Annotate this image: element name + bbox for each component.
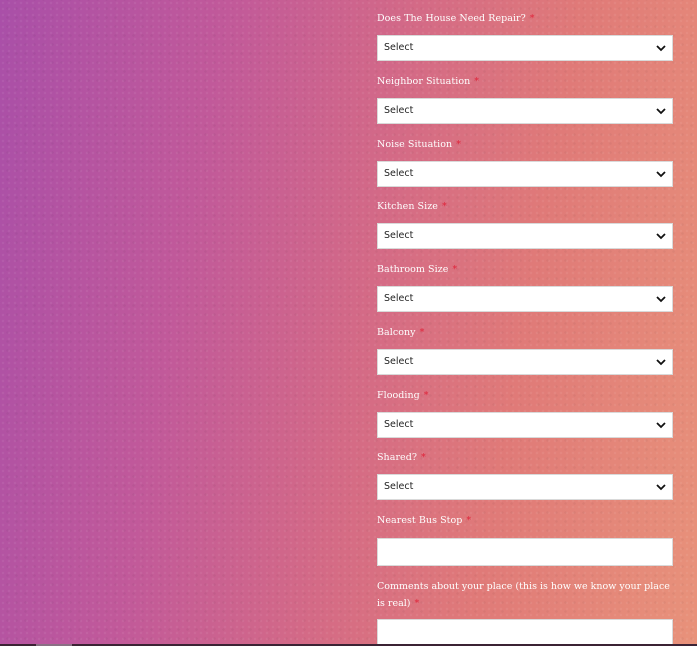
chevron-down-icon — [656, 422, 666, 429]
select-value: Select — [384, 230, 414, 241]
field-label: Noise Situation * — [377, 136, 673, 153]
field-label: Nearest Bus Stop * — [377, 512, 673, 529]
select-value: Select — [384, 356, 414, 367]
select-value: Select — [384, 419, 414, 430]
field-comments: Comments about your place (this is how w… — [377, 578, 673, 646]
field-nearest-bus-stop: Nearest Bus Stop * — [377, 512, 673, 566]
select-value: Select — [384, 168, 414, 179]
comments-textarea[interactable] — [377, 619, 673, 646]
field-label: Comments about your place (this is how w… — [377, 578, 673, 612]
field-flooding: Flooding * Select — [377, 387, 673, 438]
field-label-text: Bathroom Size — [377, 264, 449, 275]
required-mark: * — [419, 327, 425, 338]
field-label-text: Balcony — [377, 327, 416, 338]
house-repair-select[interactable]: Select — [377, 35, 673, 61]
field-noise-situation: Noise Situation * Select — [377, 136, 673, 187]
field-label-text: Noise Situation — [377, 139, 453, 150]
chevron-down-icon — [656, 484, 666, 491]
chevron-down-icon — [656, 359, 666, 366]
required-mark: * — [414, 598, 420, 609]
chevron-down-icon — [656, 296, 666, 303]
select-value: Select — [384, 481, 414, 492]
field-label: Does The House Need Repair? * — [377, 10, 673, 27]
balcony-select[interactable]: Select — [377, 349, 673, 375]
chevron-down-icon — [656, 45, 666, 52]
select-value: Select — [384, 105, 414, 116]
chevron-down-icon — [656, 108, 666, 115]
shared-select[interactable]: Select — [377, 474, 673, 500]
required-mark: * — [466, 515, 472, 526]
required-mark: * — [441, 201, 447, 212]
required-mark: * — [420, 452, 426, 463]
field-kitchen-size: Kitchen Size * Select — [377, 198, 673, 249]
field-label: Balcony * — [377, 324, 673, 341]
field-label: Neighbor Situation * — [377, 73, 673, 90]
required-mark: * — [456, 139, 461, 150]
required-mark: * — [423, 390, 429, 401]
field-label: Kitchen Size * — [377, 198, 673, 215]
field-label-text: Does The House Need Repair? — [377, 13, 526, 24]
field-balcony: Balcony * Select — [377, 324, 673, 375]
field-label-text: Shared? — [377, 452, 417, 463]
field-label: Flooding * — [377, 387, 673, 404]
bathroom-size-select[interactable]: Select — [377, 286, 673, 312]
kitchen-size-select[interactable]: Select — [377, 223, 673, 249]
field-bathroom-size: Bathroom Size * Select — [377, 261, 673, 312]
field-label: Bathroom Size * — [377, 261, 673, 278]
field-label-text: Kitchen Size — [377, 201, 438, 212]
field-neighbor-situation: Neighbor Situation * Select — [377, 73, 673, 124]
required-mark: * — [474, 76, 480, 87]
field-label-text: Comments about your place (this is how w… — [377, 581, 670, 609]
chevron-down-icon — [656, 233, 666, 240]
field-label-text: Flooding — [377, 390, 420, 401]
field-label-text: Nearest Bus Stop — [377, 515, 463, 526]
neighbor-situation-select[interactable]: Select — [377, 98, 673, 124]
chevron-down-icon — [656, 171, 666, 178]
field-label-text: Neighbor Situation — [377, 76, 471, 87]
field-label: Shared? * — [377, 449, 673, 466]
field-shared: Shared? * Select — [377, 449, 673, 500]
required-mark: * — [452, 264, 458, 275]
required-mark: * — [529, 13, 535, 24]
flooding-select[interactable]: Select — [377, 412, 673, 438]
field-house-repair: Does The House Need Repair? * Select — [377, 10, 673, 61]
select-value: Select — [384, 293, 414, 304]
nearest-bus-stop-input[interactable] — [377, 538, 673, 566]
select-value: Select — [384, 42, 414, 53]
noise-situation-select[interactable]: Select — [377, 161, 673, 187]
